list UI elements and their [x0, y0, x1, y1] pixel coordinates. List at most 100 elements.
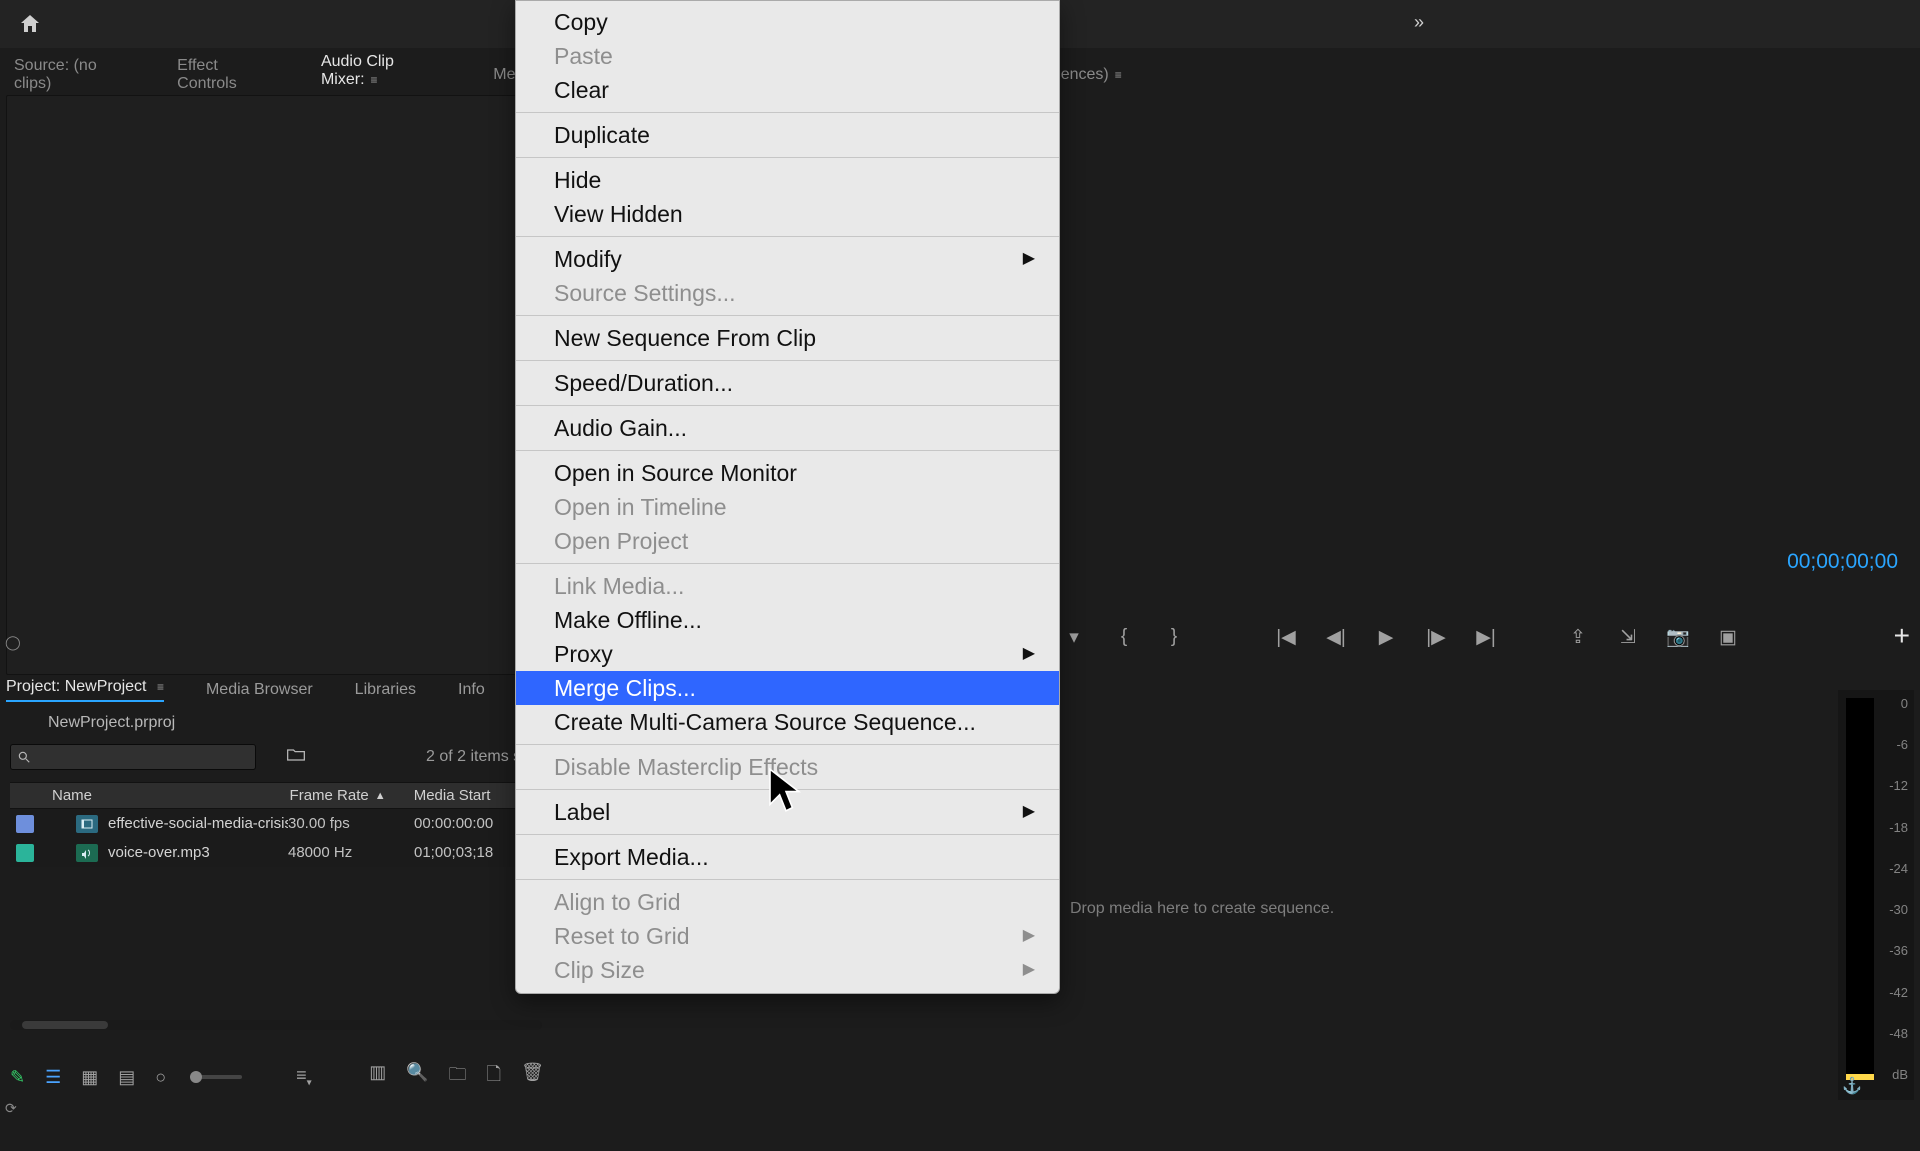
mark-in-icon[interactable]: {: [1110, 626, 1138, 648]
scale-mark: -48: [1876, 1026, 1908, 1041]
timeline-drop-hint: Drop media here to create sequence.: [1070, 900, 1334, 918]
project-search-input[interactable]: [10, 744, 256, 770]
button-bar-add-icon[interactable]: +: [1894, 620, 1910, 652]
menu-separator: [516, 744, 1059, 745]
menu-label[interactable]: Label▶: [516, 795, 1059, 829]
add-marker-icon[interactable]: ▾: [1060, 626, 1088, 649]
go-to-in-icon[interactable]: |◀: [1272, 626, 1300, 649]
menu-speed-duration[interactable]: Speed/Duration...: [516, 366, 1059, 400]
menu-merge-clips[interactable]: Merge Clips...: [516, 671, 1059, 705]
mark-out-icon[interactable]: }: [1160, 626, 1188, 648]
tab-info[interactable]: Info: [458, 681, 485, 699]
row-frame-rate: 48000 Hz: [288, 844, 414, 861]
menu-modify[interactable]: Modify▶: [516, 242, 1059, 276]
scale-mark: -30: [1876, 902, 1908, 917]
extract-icon[interactable]: ⇲: [1614, 626, 1642, 649]
label-swatch[interactable]: [16, 844, 34, 862]
list-row[interactable]: effective-social-media-crisis 30.00 fps …: [10, 809, 542, 838]
menu-create-multi-camera-source-sequence[interactable]: Create Multi-Camera Source Sequence...: [516, 705, 1059, 739]
row-name: effective-social-media-crisis: [108, 815, 288, 832]
menu-separator: [516, 236, 1059, 237]
new-bin-from-search-icon[interactable]: [286, 747, 306, 767]
tab-project[interactable]: Project: NewProject ≡: [6, 678, 164, 702]
solo-toggle-icon[interactable]: ⚓: [1842, 1076, 1862, 1096]
audio-master-meter: 0 -6 -12 -18 -24 -30 -36 -42 -48 dB ⚓: [1838, 690, 1914, 1100]
icon-view-icon[interactable]: ▦: [81, 1067, 98, 1088]
delete-icon[interactable]: 🗑: [521, 1062, 544, 1092]
menu-hide[interactable]: Hide: [516, 163, 1059, 197]
panel-menu-icon[interactable]: ≡: [1115, 68, 1122, 82]
video-clip-icon: [76, 815, 98, 833]
tab-media-browser[interactable]: Media Browser: [206, 681, 313, 699]
find-icon[interactable]: 🔍: [406, 1062, 428, 1092]
tab-audio-clip-mixer-label: Audio Clip Mixer:: [321, 53, 394, 88]
lift-icon[interactable]: ⇪: [1564, 626, 1592, 649]
tab-libraries[interactable]: Libraries: [355, 681, 416, 699]
program-transport: ▾ { } |◀ ◀| ▶ |▶ ▶| ⇪ ⇲ 📷 ▣: [1060, 625, 1742, 649]
export-frame-icon[interactable]: 📷: [1664, 625, 1692, 649]
project-panel-tabs: Project: NewProject ≡ Media Browser Libr…: [6, 678, 485, 702]
freeform-view-icon[interactable]: ▤: [118, 1067, 135, 1088]
menu-proxy[interactable]: Proxy▶: [516, 637, 1059, 671]
automate-to-sequence-icon[interactable]: ▥: [369, 1062, 386, 1092]
col-frame-rate[interactable]: Frame Rate▲: [290, 787, 414, 804]
sort-asc-icon: ▲: [375, 790, 386, 802]
go-to-out-icon[interactable]: ▶|: [1472, 626, 1500, 649]
menu-separator: [516, 112, 1059, 113]
thumbnail-zoom-slider[interactable]: [190, 1075, 242, 1079]
menu-copy[interactable]: Copy: [516, 5, 1059, 39]
new-item-icon[interactable]: 🗋: [487, 1062, 501, 1092]
list-row[interactable]: voice-over.mp3 48000 Hz 01;00;03;18: [10, 838, 542, 867]
row-frame-rate: 30.00 fps: [288, 815, 414, 832]
context-menu: CopyPasteClear Duplicate HideView Hidden Mo…: [515, 0, 1060, 994]
menu-open-in-source-monitor[interactable]: Open in Source Monitor: [516, 456, 1059, 490]
step-back-icon[interactable]: ◀|: [1322, 626, 1350, 649]
list-view-icon[interactable]: ☰: [45, 1067, 61, 1088]
writable-icon[interactable]: ✎: [10, 1067, 25, 1088]
scale-mark: dB: [1876, 1067, 1908, 1082]
tab-audio-clip-mixer[interactable]: Audio Clip Mixer:≡: [321, 53, 451, 97]
tab-source[interactable]: Source: (no clips): [14, 57, 135, 93]
tab-effect-controls[interactable]: Effect Controls: [177, 57, 279, 93]
menu-separator: [516, 450, 1059, 451]
menu-open-project: Open Project: [516, 524, 1059, 558]
project-list-header: Name Frame Rate▲ Media Start: [10, 782, 532, 809]
play-icon[interactable]: ▶: [1372, 626, 1400, 649]
scale-mark: -18: [1876, 820, 1908, 835]
menu-view-hidden[interactable]: View Hidden: [516, 197, 1059, 231]
menu-make-offline[interactable]: Make Offline...: [516, 603, 1059, 637]
submenu-arrow-icon: ▶: [1023, 245, 1035, 273]
menu-separator: [516, 315, 1059, 316]
menu-clear[interactable]: Clear: [516, 73, 1059, 107]
sync-settings-icon[interactable]: ⟳: [5, 1100, 17, 1117]
scale-mark: -36: [1876, 943, 1908, 958]
col-name[interactable]: Name: [10, 787, 290, 804]
menu-new-sequence-from-clip[interactable]: New Sequence From Clip: [516, 321, 1059, 355]
sort-icon[interactable]: ≡▾: [296, 1065, 312, 1089]
panel-menu-icon[interactable]: ≡: [371, 73, 378, 87]
horizontal-scrollbar[interactable]: [10, 1020, 542, 1030]
snap-toggle-icon[interactable]: ◯: [5, 634, 21, 651]
menu-disable-masterclip-effects: Disable Masterclip Effects: [516, 750, 1059, 784]
menu-duplicate[interactable]: Duplicate: [516, 118, 1059, 152]
menu-clip-size: Clip Size▶: [516, 953, 1059, 987]
comparison-icon[interactable]: ▣: [1714, 626, 1742, 649]
panel-menu-icon[interactable]: ≡: [157, 680, 164, 694]
program-timecode[interactable]: 00;00;00;00: [1787, 550, 1898, 574]
new-bin-icon[interactable]: 🗀: [449, 1062, 467, 1092]
menu-separator: [516, 834, 1059, 835]
more-workspaces-icon[interactable]: »: [1414, 12, 1420, 33]
menu-audio-gain[interactable]: Audio Gain...: [516, 411, 1059, 445]
scrollbar-thumb[interactable]: [22, 1021, 108, 1029]
meter-bar: [1846, 698, 1874, 1080]
menu-paste: Paste: [516, 39, 1059, 73]
menu-source-settings: Source Settings...: [516, 276, 1059, 310]
row-name: voice-over.mp3: [108, 844, 288, 861]
search-icon: [17, 750, 31, 764]
menu-open-in-timeline: Open in Timeline: [516, 490, 1059, 524]
project-file-name: NewProject.prproj: [48, 714, 175, 732]
menu-export-media[interactable]: Export Media...: [516, 840, 1059, 874]
step-fwd-icon[interactable]: |▶: [1422, 626, 1450, 649]
label-swatch[interactable]: [16, 815, 34, 833]
scale-mark: 0: [1876, 696, 1908, 711]
